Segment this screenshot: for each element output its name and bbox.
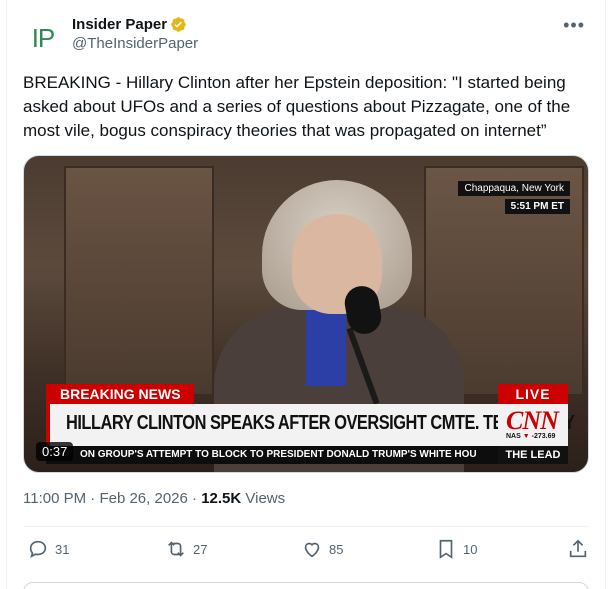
breaking-news-label: BREAKING NEWS: [46, 384, 194, 404]
bookmark-icon: [439, 539, 453, 559]
like-button[interactable]: 85: [301, 538, 343, 560]
chyron-headline-bar: HILLARY CLINTON SPEAKS AFTER OVERSIGHT C…: [46, 404, 575, 446]
like-count: 85: [329, 541, 344, 557]
views-label: Views: [245, 490, 286, 507]
more-options-icon[interactable]: •••: [563, 16, 585, 34]
location-time: 5:51 PM ET: [504, 199, 570, 214]
author-names: Insider Paper @TheInsiderPaper: [72, 16, 198, 52]
repost-icon: [168, 541, 184, 557]
share-button[interactable]: [567, 538, 595, 560]
avatar[interactable]: IP: [23, 18, 63, 58]
video-duration: 0:37: [36, 442, 74, 461]
share-icon: [569, 539, 587, 558]
reply-composer-edge[interactable]: [23, 582, 589, 589]
news-ticker: ON GROUP'S ATTEMPT TO BLOCK TO PRESIDENT…: [46, 446, 498, 464]
tweet-time[interactable]: 11:00 PM: [23, 490, 86, 507]
network-logo: CNN: [506, 406, 559, 435]
bookmark-button[interactable]: 10: [435, 538, 477, 560]
tweet-date[interactable]: Feb 26, 2026: [99, 490, 187, 507]
reply-icon: [29, 540, 47, 559]
market-change: -273.69: [531, 433, 556, 440]
reply-button[interactable]: 31: [27, 538, 69, 560]
market-label: NAS: [506, 433, 521, 440]
speaker-shirt: [306, 306, 346, 386]
network-logo-box: CNN NAS ▼ -273.69: [498, 404, 568, 446]
market-ticker: NAS ▼ -273.69: [506, 433, 555, 440]
views-count: 12.5K: [201, 490, 242, 507]
tweet-text: BREAKING - Hillary Clinton after her Eps…: [23, 73, 571, 140]
market-down-icon: ▼: [522, 433, 530, 440]
video-player[interactable]: Chappaqua, New York 5:51 PM ET BREAKING …: [23, 155, 589, 473]
background-door-left: [64, 166, 214, 396]
action-bar: 31 27 85 10: [23, 538, 589, 564]
reply-count: 31: [55, 541, 70, 557]
display-name-text: Insider Paper: [72, 16, 168, 33]
repost-button[interactable]: 27: [165, 538, 207, 560]
tweet-card: IP Insider Paper @TheInsiderPaper ••• BR…: [6, 0, 606, 589]
display-name[interactable]: Insider Paper: [72, 16, 198, 33]
location-overlay: Chappaqua, New York 5:51 PM ET: [458, 178, 570, 214]
tweet-header: IP Insider Paper @TheInsiderPaper •••: [23, 14, 593, 58]
verified-badge-icon: [171, 17, 186, 32]
show-name: THE LEAD: [498, 446, 568, 464]
tweet-meta: 11:00 PM · Feb 26, 2026 · 12.5K Views: [23, 490, 285, 507]
repost-count: 27: [193, 541, 208, 557]
handle[interactable]: @TheInsiderPaper: [72, 35, 198, 52]
heart-icon: [304, 542, 320, 558]
meta-separator: ·: [192, 490, 202, 507]
bookmark-count: 10: [463, 541, 478, 557]
location-label: Chappaqua, New York: [458, 181, 570, 196]
avatar-text: IP: [31, 22, 56, 53]
divider: [23, 526, 589, 527]
live-label: LIVE: [498, 384, 568, 404]
